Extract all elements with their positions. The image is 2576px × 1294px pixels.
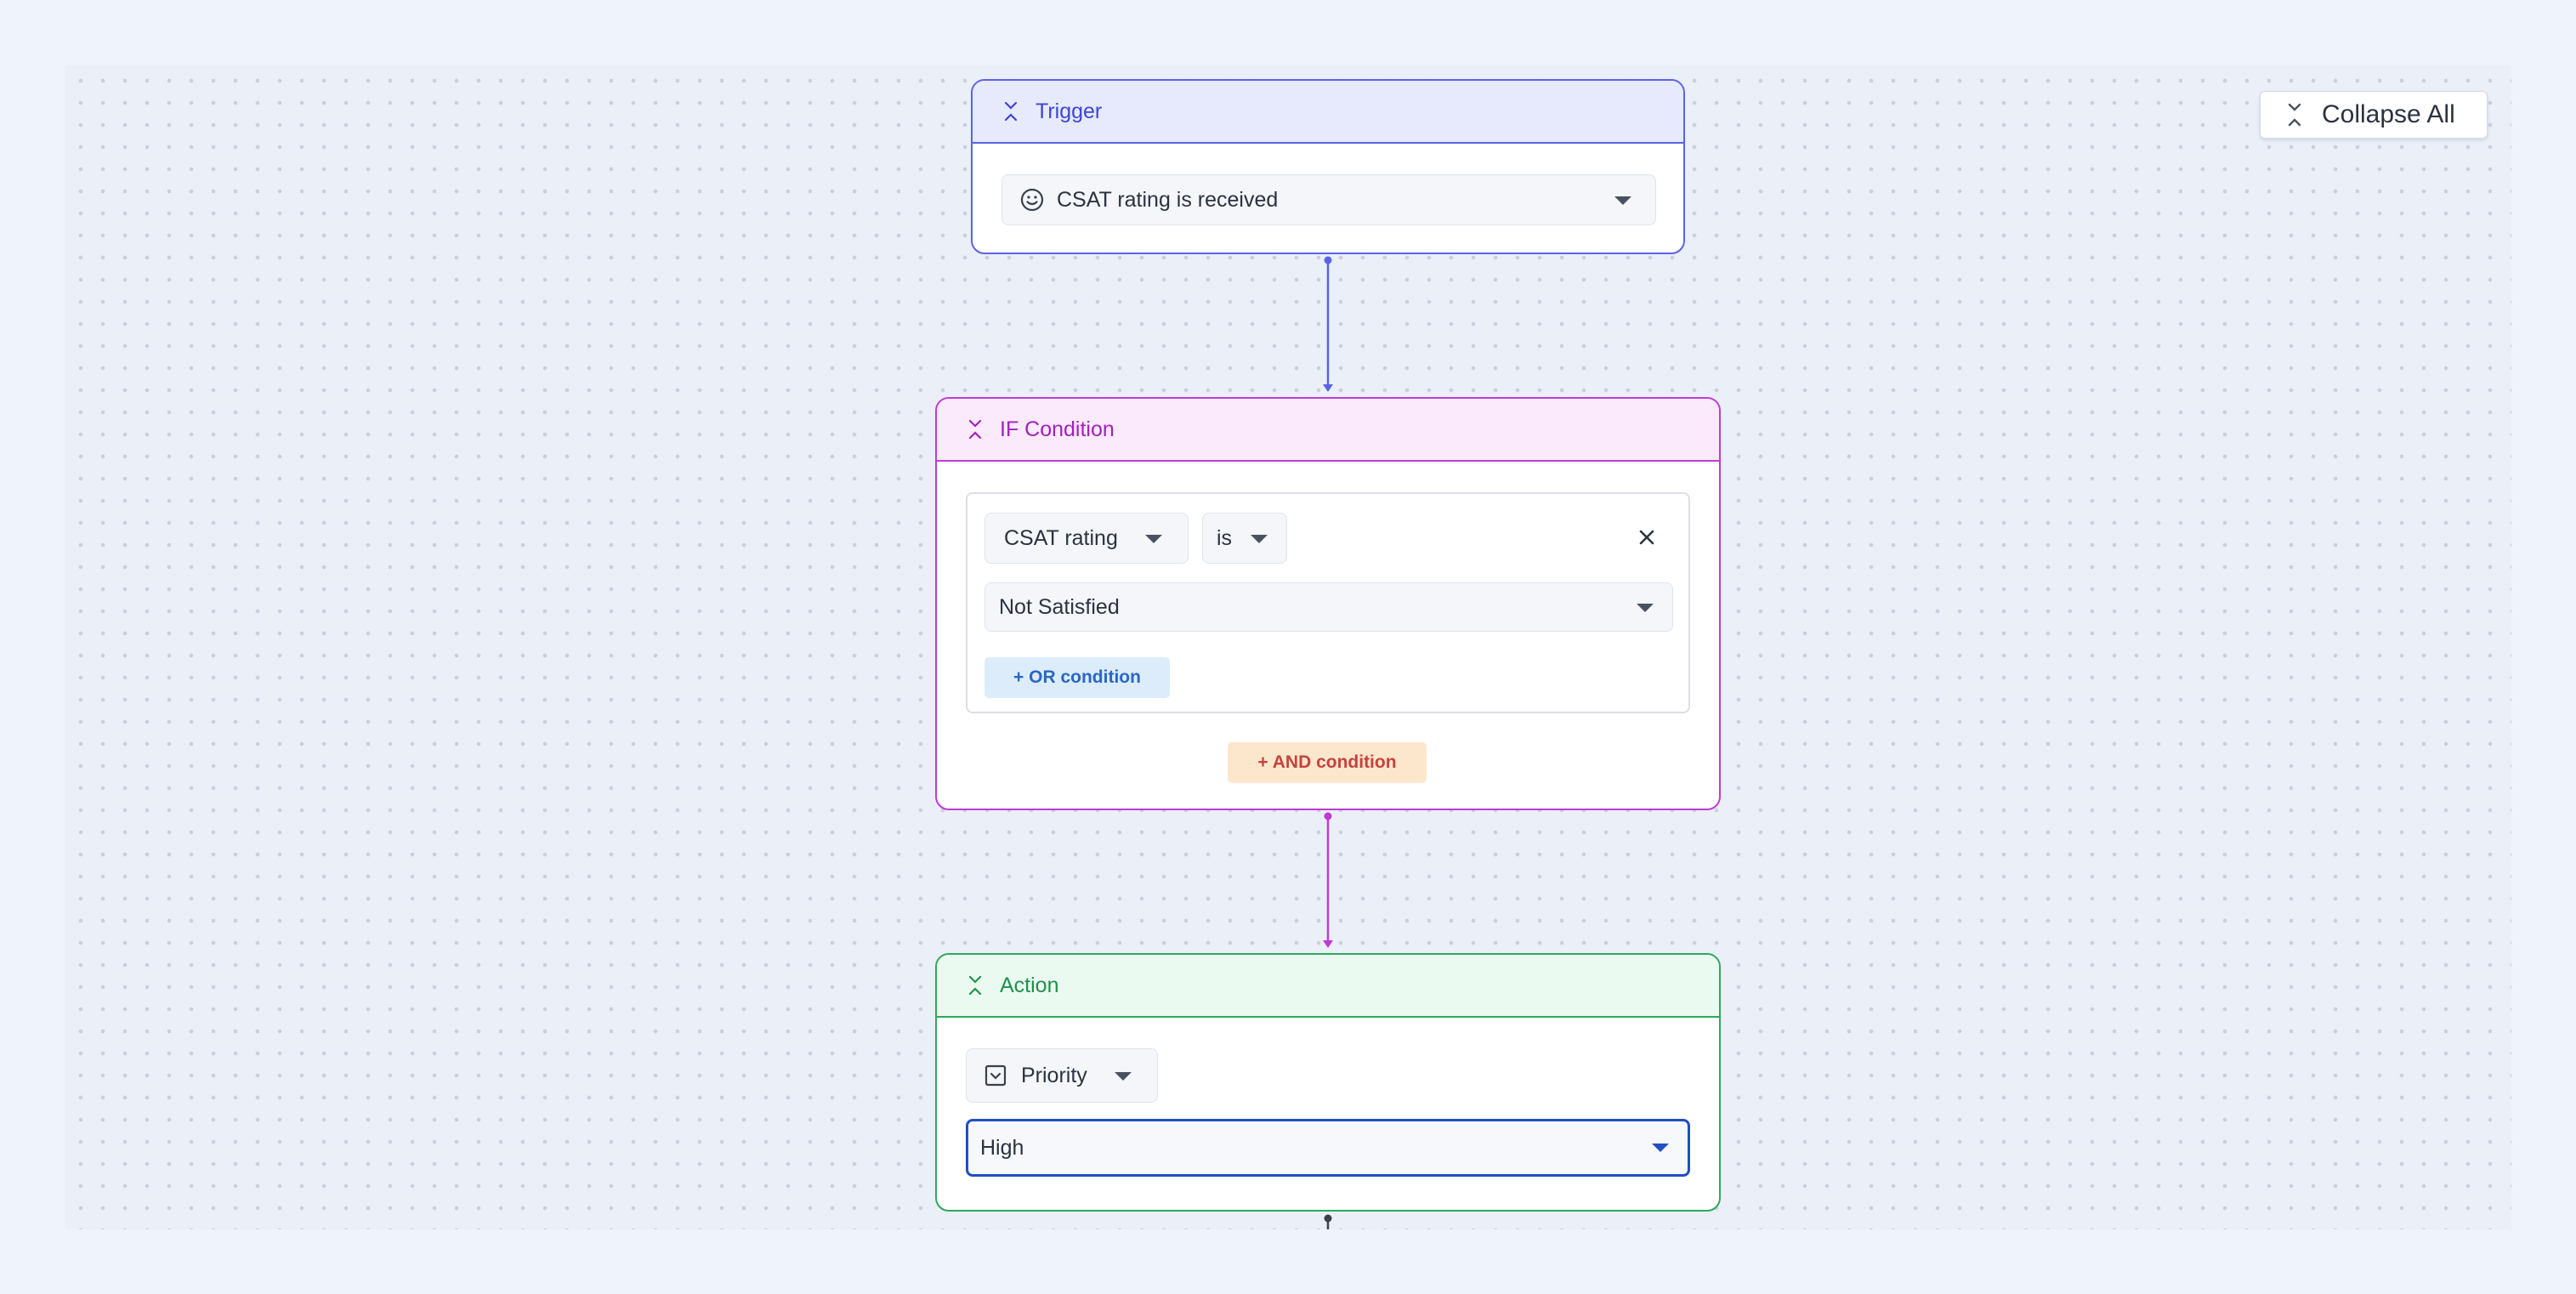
- add-and-condition-button[interactable]: + AND condition: [1228, 742, 1427, 783]
- collapse-all-button[interactable]: Collapse All: [2260, 91, 2488, 139]
- action-title: Action: [1000, 973, 1059, 997]
- condition-to-action-connector: [1323, 812, 1333, 948]
- trigger-header[interactable]: Trigger: [973, 81, 1683, 144]
- trigger-title: Trigger: [1036, 99, 1103, 123]
- condition-value-select[interactable]: Not Satisfied: [984, 582, 1673, 632]
- collapse-all-icon: [2288, 103, 2301, 127]
- close-icon[interactable]: [1634, 525, 1660, 550]
- trigger-event-select[interactable]: CSAT rating is received: [1001, 174, 1656, 225]
- if-condition-title: IF Condition: [1000, 417, 1115, 441]
- chevron-down-icon: [1251, 535, 1268, 543]
- action-output-connector: [1324, 1214, 1332, 1229]
- action-property-select[interactable]: Priority: [966, 1048, 1158, 1103]
- action-card: Action Priority High: [935, 953, 1721, 1212]
- smiley-icon: [1020, 188, 1044, 212]
- condition-operator-value: is: [1217, 525, 1233, 550]
- condition-field-value: CSAT rating: [1004, 525, 1118, 550]
- action-header[interactable]: Action: [937, 955, 1719, 1018]
- condition-field-select[interactable]: CSAT rating: [984, 513, 1189, 564]
- trigger-card: Trigger CSAT rating is received: [971, 79, 1685, 254]
- add-or-condition-button[interactable]: + OR condition: [984, 657, 1170, 698]
- chevron-down-icon: [1145, 535, 1162, 543]
- collapse-all-label: Collapse All: [2322, 100, 2455, 128]
- if-condition-card: IF Condition CSAT rating is Not Satisfie…: [935, 397, 1721, 810]
- chevron-down-icon: [1652, 1144, 1669, 1152]
- collapse-chevron-icon: [1004, 101, 1018, 122]
- action-property-value: Priority: [1021, 1063, 1087, 1087]
- condition-operator-select[interactable]: is: [1202, 513, 1287, 564]
- chevron-down-icon: [1115, 1072, 1132, 1081]
- if-condition-header[interactable]: IF Condition: [937, 399, 1719, 462]
- trigger-to-condition-connector: [1323, 256, 1333, 392]
- action-value-value: High: [980, 1135, 1024, 1160]
- condition-value-value: Not Satisfied: [999, 594, 1120, 619]
- chevron-down-icon: [1637, 604, 1654, 612]
- or-condition-group: CSAT rating is Not Satisfied + OR condit…: [966, 492, 1690, 713]
- chevron-down-icon: [1614, 196, 1631, 205]
- collapse-chevron-icon: [968, 419, 982, 440]
- action-value-select[interactable]: High: [966, 1119, 1690, 1177]
- checkbox-dropdown-icon: [984, 1064, 1007, 1087]
- trigger-event-value: CSAT rating is received: [1057, 187, 1279, 212]
- collapse-chevron-icon: [968, 975, 982, 996]
